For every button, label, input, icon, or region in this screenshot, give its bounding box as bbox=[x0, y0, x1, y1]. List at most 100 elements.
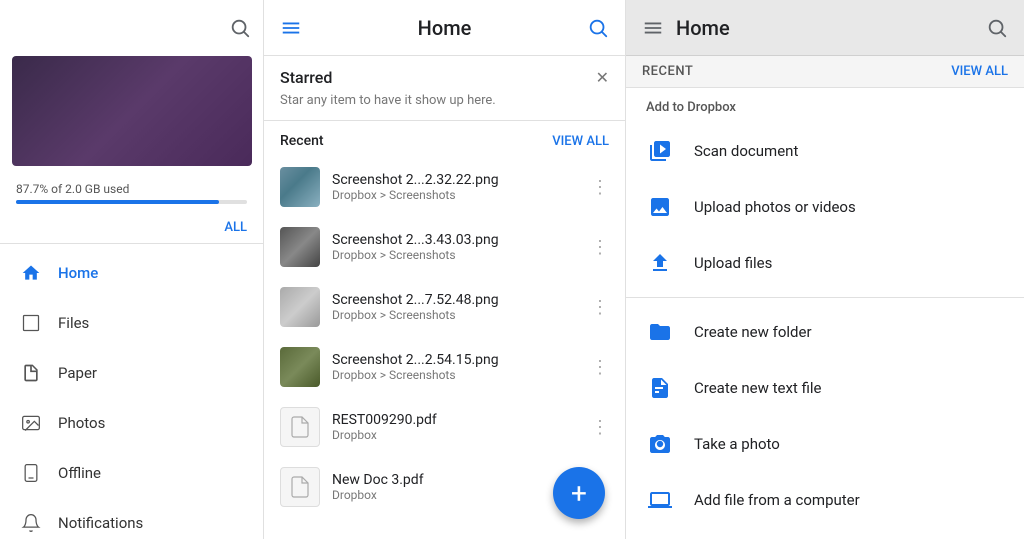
take-photo-icon bbox=[646, 430, 674, 458]
view-all-button[interactable]: VIEW ALL bbox=[552, 134, 609, 149]
right-search-icon[interactable] bbox=[986, 17, 1008, 39]
starred-section: Starred ✕ Star any item to have it show … bbox=[264, 56, 625, 121]
recent-label: Recent bbox=[280, 133, 324, 149]
new-folder-icon bbox=[646, 318, 674, 346]
sidebar-item-notifications[interactable]: Notifications bbox=[0, 498, 263, 539]
file-info: REST009290.pdf Dropbox bbox=[332, 412, 579, 442]
scan-label: Scan document bbox=[694, 142, 798, 160]
file-info: New Doc 3.pdf Dropbox bbox=[332, 472, 579, 502]
file-path: Dropbox > Screenshots bbox=[332, 248, 579, 262]
main-menu-icon[interactable] bbox=[280, 17, 302, 39]
sidebar-view-all[interactable]: ALL bbox=[224, 220, 247, 235]
add-from-computer-icon bbox=[646, 486, 674, 514]
offline-icon bbox=[20, 462, 42, 484]
sidebar-item-offline[interactable]: Offline bbox=[0, 448, 263, 498]
list-item[interactable]: Scan document bbox=[626, 123, 1024, 179]
starred-header: Starred ✕ bbox=[280, 68, 609, 87]
file-name: Screenshot 2...7.52.48.png bbox=[332, 292, 579, 308]
file-name: Screenshot 2...2.54.15.png bbox=[332, 352, 579, 368]
file-thumbnail bbox=[280, 407, 320, 447]
list-item[interactable]: Create new folder bbox=[626, 304, 1024, 360]
file-thumbnail bbox=[280, 347, 320, 387]
storage-bar-fill bbox=[16, 200, 219, 204]
upload-photos-label: Upload photos or videos bbox=[694, 198, 856, 216]
file-info: Screenshot 2...3.43.03.png Dropbox > Scr… bbox=[332, 232, 579, 262]
right-view-all[interactable]: VIEW ALL bbox=[951, 64, 1008, 79]
sidebar-item-photos[interactable]: Photos bbox=[0, 398, 263, 448]
sidebar-item-label-offline: Offline bbox=[58, 464, 101, 482]
upload-files-icon bbox=[646, 249, 674, 277]
add-section-title: Add to Dropbox bbox=[626, 88, 1024, 123]
new-folder-label: Create new folder bbox=[694, 323, 812, 341]
right-panel-title: Home bbox=[676, 16, 730, 40]
file-path: Dropbox > Screenshots bbox=[332, 308, 579, 322]
file-thumbnail bbox=[280, 167, 320, 207]
dropdown-panel: Home RECENT VIEW ALL Add to Dropbox Scan… bbox=[626, 0, 1024, 539]
starred-description: Star any item to have it show up here. bbox=[280, 93, 609, 108]
table-row[interactable]: Screenshot 2...7.52.48.png Dropbox > Scr… bbox=[264, 277, 625, 337]
file-more-icon[interactable]: ⋮ bbox=[591, 417, 609, 438]
sidebar-search-icon[interactable] bbox=[229, 17, 251, 39]
file-more-icon[interactable]: ⋮ bbox=[591, 177, 609, 198]
file-path: Dropbox > Screenshots bbox=[332, 368, 579, 382]
recent-bar-label: RECENT bbox=[642, 64, 693, 79]
file-path: Dropbox bbox=[332, 428, 579, 442]
file-name: Screenshot 2...2.32.22.png bbox=[332, 172, 579, 188]
storage-info: 87.7% of 2.0 GB used bbox=[0, 174, 263, 216]
table-row[interactable]: Screenshot 2...2.54.15.png Dropbox > Scr… bbox=[264, 337, 625, 397]
table-row[interactable]: Screenshot 2...2.32.22.png Dropbox > Scr… bbox=[264, 157, 625, 217]
table-row[interactable]: Screenshot 2...3.43.03.png Dropbox > Scr… bbox=[264, 217, 625, 277]
file-info: Screenshot 2...2.54.15.png Dropbox > Scr… bbox=[332, 352, 579, 382]
table-row[interactable]: REST009290.pdf Dropbox ⋮ bbox=[264, 397, 625, 457]
take-photo-label: Take a photo bbox=[694, 435, 780, 453]
list-item[interactable]: Create new text file bbox=[626, 360, 1024, 416]
main-panel-header: Home bbox=[264, 0, 625, 56]
main-search-icon[interactable] bbox=[587, 17, 609, 39]
sidebar-item-label-paper: Paper bbox=[58, 364, 97, 382]
sidebar: 87.7% of 2.0 GB used ALL Home Files P bbox=[0, 0, 264, 539]
list-item[interactable]: Add file from a computer bbox=[626, 472, 1024, 528]
file-thumbnail bbox=[280, 227, 320, 267]
menu-divider bbox=[626, 297, 1024, 298]
file-more-icon[interactable]: ⋮ bbox=[591, 357, 609, 378]
user-avatar bbox=[12, 56, 252, 166]
list-item[interactable]: Take a photo bbox=[626, 416, 1024, 472]
paper-icon bbox=[20, 362, 42, 384]
file-info: Screenshot 2...2.32.22.png Dropbox > Scr… bbox=[332, 172, 579, 202]
file-path: Dropbox bbox=[332, 488, 579, 502]
home-icon bbox=[20, 262, 42, 284]
sidebar-header bbox=[0, 0, 263, 56]
starred-close-icon[interactable]: ✕ bbox=[596, 68, 609, 87]
starred-title: Starred bbox=[280, 68, 332, 87]
fab-button[interactable]: + bbox=[553, 467, 605, 519]
main-header-icons bbox=[587, 17, 609, 39]
file-name: New Doc 3.pdf bbox=[332, 472, 579, 488]
sidebar-item-label-photos: Photos bbox=[58, 414, 105, 432]
list-item[interactable]: Upload files bbox=[626, 235, 1024, 291]
sidebar-item-files[interactable]: Files bbox=[0, 298, 263, 348]
right-header-left: Home bbox=[642, 16, 730, 40]
recent-bar: RECENT VIEW ALL bbox=[626, 56, 1024, 88]
file-more-icon[interactable]: ⋮ bbox=[591, 237, 609, 258]
recent-header: Recent VIEW ALL bbox=[264, 121, 625, 157]
file-more-icon[interactable]: ⋮ bbox=[591, 297, 609, 318]
main-panel-title: Home bbox=[418, 16, 472, 40]
sidebar-item-label-home: Home bbox=[58, 264, 98, 282]
sidebar-item-label-files: Files bbox=[58, 314, 89, 332]
storage-text: 87.7% of 2.0 GB used bbox=[16, 182, 247, 196]
right-panel-header: Home bbox=[626, 0, 1024, 56]
file-thumbnail bbox=[280, 467, 320, 507]
sidebar-item-home[interactable]: Home bbox=[0, 248, 263, 298]
sidebar-nav: Home Files Paper Photos bbox=[0, 248, 263, 539]
sidebar-item-label-notifications: Notifications bbox=[58, 514, 143, 532]
sidebar-divider bbox=[0, 243, 263, 244]
list-item[interactable]: Upload photos or videos bbox=[626, 179, 1024, 235]
upload-files-label: Upload files bbox=[694, 254, 772, 272]
storage-bar-bg bbox=[16, 200, 247, 204]
photos-icon bbox=[20, 412, 42, 434]
file-path: Dropbox > Screenshots bbox=[332, 188, 579, 202]
file-thumbnail bbox=[280, 287, 320, 327]
right-menu-icon[interactable] bbox=[642, 17, 664, 39]
new-text-file-label: Create new text file bbox=[694, 379, 821, 397]
sidebar-item-paper[interactable]: Paper bbox=[0, 348, 263, 398]
